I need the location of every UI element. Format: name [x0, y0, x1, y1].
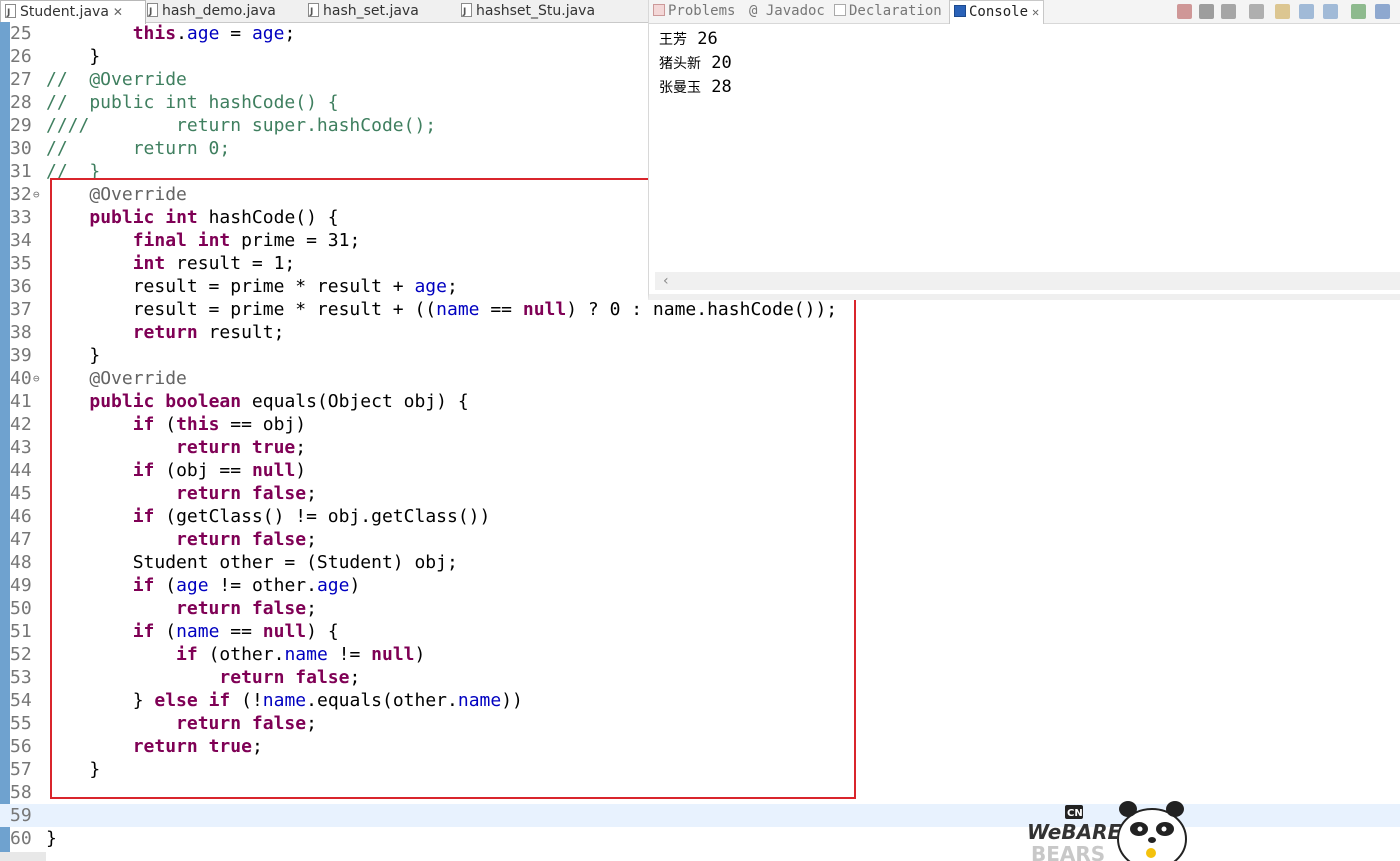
we-bare-bears-logo: CN WeBARE BEARS	[1027, 801, 1187, 861]
problems-icon	[653, 4, 665, 16]
student-age: 28	[701, 77, 732, 97]
line-number: 44	[10, 460, 32, 481]
line-number: 42	[10, 414, 32, 435]
line-number: 41	[10, 391, 32, 412]
editor-tab-bar: Student.java ✕ hash_demo.java hash_set.ja…	[0, 0, 648, 24]
show-console-error-icon[interactable]	[1323, 4, 1338, 19]
console-output: 王芳 26 猪头新 20 张曼玉 28	[659, 28, 732, 100]
line-number: 43	[10, 437, 32, 458]
scroll-left-icon[interactable]: ‹	[663, 272, 669, 290]
watermark-text-top: WeBARE	[1027, 820, 1121, 844]
java-file-icon	[5, 2, 16, 24]
line-number: 50	[10, 598, 32, 619]
line-number: 54	[10, 690, 32, 711]
line-number: 26	[10, 46, 32, 67]
tab-declaration[interactable]: Declaration	[834, 0, 942, 23]
gutter-scroll-corner	[0, 852, 46, 861]
tab-label: hash_set.java	[323, 3, 419, 19]
watermark-text-bottom: BEARS	[1031, 842, 1105, 861]
terminate-icon[interactable]	[1177, 4, 1192, 19]
line-number: 32	[10, 184, 32, 205]
line-number: 29	[10, 115, 32, 136]
horizontal-scrollbar[interactable]: ‹	[655, 272, 1400, 290]
line-number: 38	[10, 322, 32, 343]
line-number: 52	[10, 644, 32, 665]
code-text: // @Override	[46, 69, 187, 90]
line-number: 40	[10, 368, 32, 389]
line-number: 46	[10, 506, 32, 527]
show-console-output-icon[interactable]	[1299, 4, 1314, 19]
line-number: 53	[10, 667, 32, 688]
line-number: 35	[10, 253, 32, 274]
tab-label: Student.java	[20, 4, 109, 20]
line-number: 27	[10, 69, 32, 90]
close-icon[interactable]: ✕	[1032, 5, 1039, 19]
line-number: 57	[10, 759, 32, 780]
tab-label: Console	[969, 4, 1029, 20]
tab-hashset-stu[interactable]: hashset_Stu.java	[461, 0, 596, 23]
tab-label: hash_demo.java	[162, 3, 276, 19]
pin-console-icon[interactable]	[1351, 4, 1366, 19]
console-icon	[954, 5, 966, 17]
code-text: }	[46, 828, 57, 849]
student-name: 猪头新	[659, 56, 701, 72]
tab-hash-set[interactable]: hash_set.java	[308, 0, 419, 23]
line-number: 51	[10, 621, 32, 642]
line-number: 28	[10, 92, 32, 113]
tab-problems[interactable]: Problems	[653, 0, 735, 23]
code-text: }	[46, 46, 101, 67]
line-number: 45	[10, 483, 32, 504]
line-number: 47	[10, 529, 32, 550]
student-name: 王芳	[659, 32, 687, 48]
remove-all-icon[interactable]	[1221, 4, 1236, 19]
java-file-icon	[461, 1, 472, 23]
java-file-icon	[147, 1, 158, 23]
student-age: 26	[687, 29, 718, 49]
line-number: 59	[10, 805, 32, 826]
console-line: 猪头新 20	[659, 52, 732, 76]
line-number: 60	[10, 828, 32, 849]
code-text: //// return super.hashCode();	[46, 115, 437, 136]
tab-student-java[interactable]: Student.java ✕	[0, 0, 146, 24]
tab-hash-demo[interactable]: hash_demo.java	[147, 0, 276, 23]
remove-launch-icon[interactable]	[1199, 4, 1214, 19]
code-text: // return 0;	[46, 138, 231, 159]
fold-toggle-icon[interactable]: ⊖	[33, 367, 40, 390]
tab-javadoc[interactable]: @ Javadoc	[749, 0, 825, 23]
line-number: 31	[10, 161, 32, 182]
scroll-lock-icon[interactable]	[1275, 4, 1290, 19]
line-number: 49	[10, 575, 32, 596]
line-number: 33	[10, 207, 32, 228]
tab-label: Problems	[668, 3, 736, 19]
display-selected-console-icon[interactable]	[1375, 4, 1390, 19]
line-number: 58	[10, 782, 32, 803]
tab-label: @ Javadoc	[749, 3, 825, 19]
tab-console[interactable]: Console ✕	[949, 0, 1045, 24]
code-text: this.age = age;	[132, 23, 296, 44]
console-line: 王芳 26	[659, 28, 732, 52]
line-number: 34	[10, 230, 32, 251]
student-name: 张曼玉	[659, 80, 701, 96]
clear-console-icon[interactable]	[1249, 4, 1264, 19]
watermark-brand: CN	[1067, 808, 1083, 819]
java-file-icon	[308, 1, 319, 23]
student-age: 20	[701, 53, 732, 73]
line-number: 30	[10, 138, 32, 159]
console-line: 张曼玉 28	[659, 76, 732, 100]
line-number: 36	[10, 276, 32, 297]
tab-label: Declaration	[849, 3, 942, 19]
console-view: Problems @ Javadoc Declaration Console ✕ …	[648, 0, 1400, 300]
declaration-icon	[834, 4, 846, 16]
close-icon[interactable]: ✕	[113, 5, 123, 19]
line-number: 56	[10, 736, 32, 757]
line-number: 55	[10, 713, 32, 734]
line-number: 25	[10, 23, 32, 44]
tab-label: hashset_Stu.java	[476, 3, 596, 19]
line-number: 37	[10, 299, 32, 320]
view-tab-bar: Problems @ Javadoc Declaration Console ✕	[649, 0, 1400, 24]
fold-toggle-icon[interactable]: ⊖	[33, 183, 40, 206]
line-number: 48	[10, 552, 32, 573]
code-text: // public int hashCode() {	[46, 92, 339, 113]
line-number: 39	[10, 345, 32, 366]
